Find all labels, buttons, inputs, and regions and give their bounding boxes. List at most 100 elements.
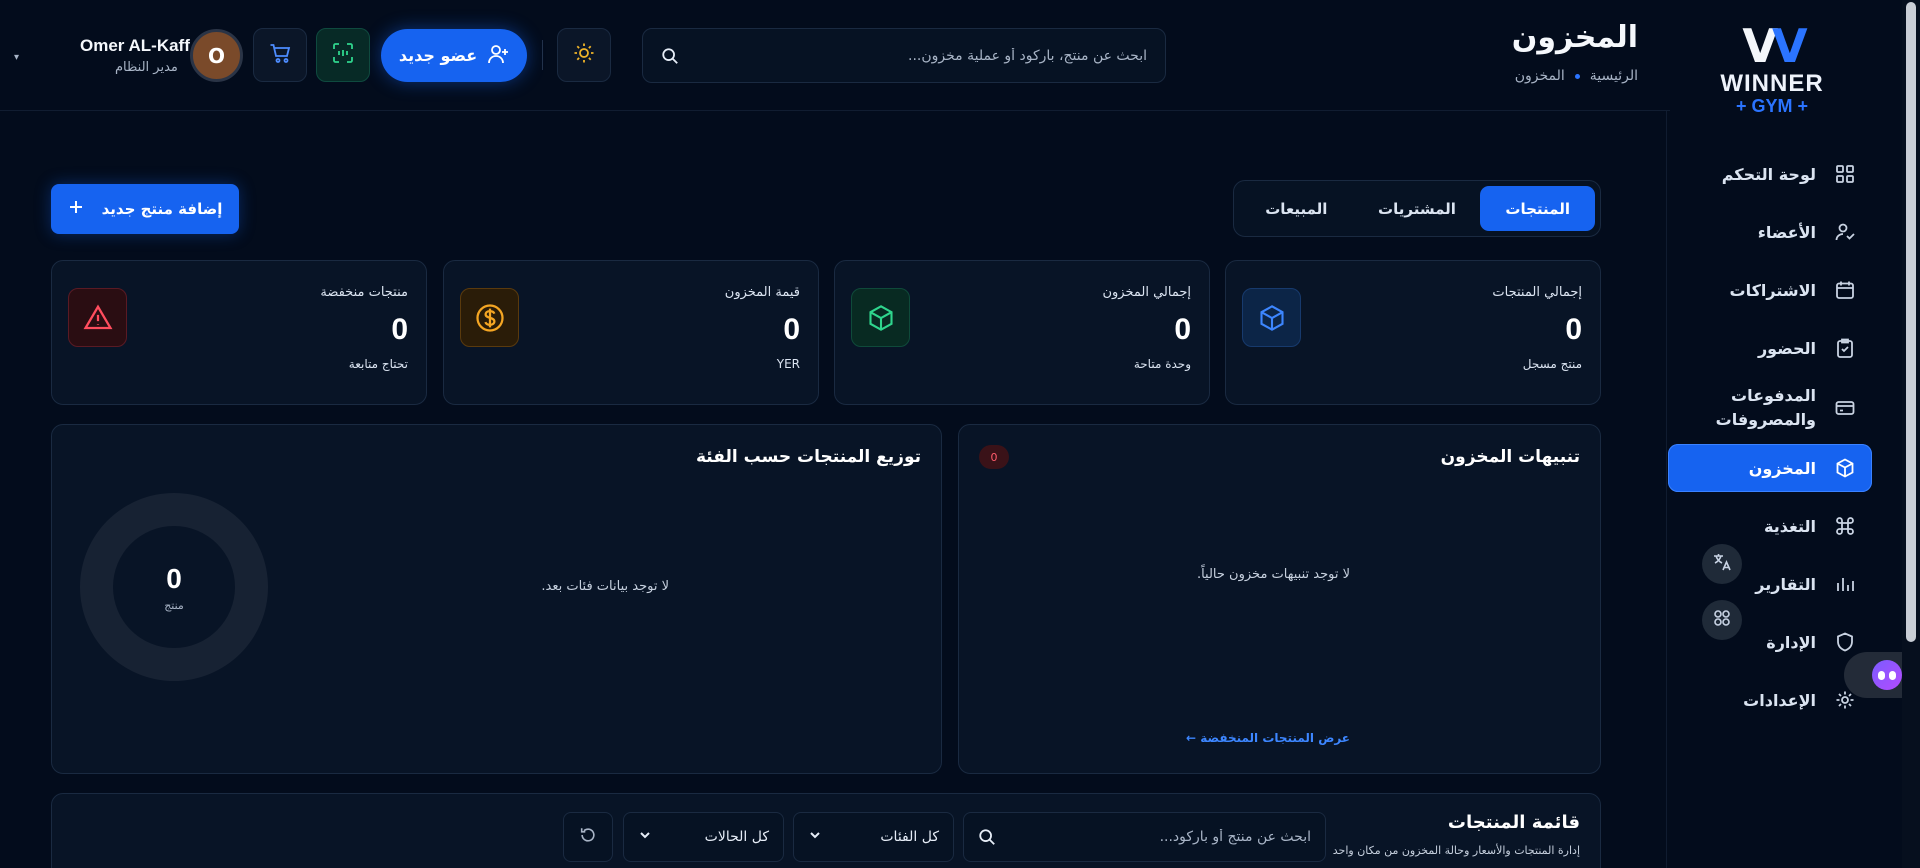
search-icon — [661, 47, 679, 65]
donut-label: منتج — [164, 598, 184, 612]
chevron-down-icon — [638, 828, 652, 846]
sidebar-item-label: لوحة التحكم — [1721, 164, 1816, 184]
donut-value: 0 — [166, 562, 182, 594]
sidebar-item-settings[interactable]: الإعدادات — [1668, 676, 1872, 724]
sidebar-item-reports[interactable]: التقارير — [1668, 560, 1872, 608]
scan-icon — [332, 42, 354, 68]
stat-card-total-products: إجمالي المنتجات 0 منتج مسجل — [1225, 260, 1601, 405]
sidebar-item-label: التغذية — [1763, 516, 1816, 536]
global-search — [642, 28, 1166, 83]
assistant-bot-button[interactable] — [1844, 652, 1902, 698]
translate-icon — [1712, 552, 1732, 576]
stat-subtitle: YER — [776, 357, 800, 371]
sidebar-item-payments[interactable]: المدفوعات والمصروفات — [1668, 382, 1872, 434]
global-search-input[interactable] — [691, 47, 1147, 64]
sidebar-item-label: التقارير — [1755, 574, 1816, 594]
breadcrumb-home[interactable]: الرئيسية — [1590, 68, 1638, 84]
scan-button[interactable] — [316, 28, 370, 82]
sidebar-item-label: الإعدادات — [1743, 690, 1816, 710]
clipboard-check-icon — [1834, 337, 1856, 359]
category-filter-select[interactable]: كل الفئات — [793, 812, 954, 862]
new-member-button[interactable]: عضو جديد — [381, 29, 527, 82]
panel-title: توزيع المنتجات حسب الفئة — [695, 447, 921, 467]
user-check-icon — [1834, 221, 1856, 243]
category-filter-value: كل الفئات — [880, 829, 939, 845]
bot-icon — [1872, 660, 1902, 690]
category-empty-message: لا توجد بيانات فئات بعد. — [541, 579, 669, 594]
header-divider — [542, 40, 543, 70]
calendar-icon — [1834, 279, 1856, 301]
stat-subtitle: منتج مسجل — [1522, 357, 1582, 371]
avatar[interactable]: O — [190, 29, 243, 82]
sidebar-item-nutrition[interactable]: التغذية — [1668, 502, 1872, 550]
top-header: المخزون الرئيسية المخزون عضو جديد — [0, 0, 1670, 111]
new-member-label: عضو جديد — [398, 46, 478, 65]
stat-card-low-stock: منتجات منخفضة 0 تحتاج متابعة — [51, 260, 427, 405]
user-plus-icon — [487, 43, 509, 69]
sidebar-item-dashboard[interactable]: لوحة التحكم — [1668, 150, 1872, 198]
breadcrumb-current: المخزون — [1514, 68, 1565, 84]
add-product-label: إضافة منتج جديد — [101, 200, 223, 218]
cube-icon — [1242, 288, 1301, 347]
sun-icon — [573, 42, 595, 68]
apps-button[interactable] — [1702, 600, 1742, 640]
cart-icon — [269, 42, 291, 68]
command-icon — [1834, 515, 1856, 537]
tab-products[interactable]: المنتجات — [1480, 186, 1595, 231]
alert-triangle-icon — [68, 288, 127, 347]
shield-icon — [1834, 631, 1856, 653]
stat-title: إجمالي المخزون — [1102, 285, 1191, 300]
sidebar-nav: لوحة التحكم الأعضاء الاشتراكات الحضور ال… — [1668, 150, 1872, 734]
user-role: مدير النظام — [115, 60, 178, 75]
stat-value: 0 — [1174, 313, 1191, 346]
stat-title: إجمالي المنتجات — [1492, 285, 1582, 300]
chevron-down-icon[interactable]: ▾ — [14, 52, 19, 63]
page-scrollbar[interactable] — [1902, 0, 1920, 868]
sidebar-item-label: الأعضاء — [1757, 222, 1816, 242]
reset-filters-button[interactable] — [563, 812, 613, 862]
products-subtitle: إدارة المنتجات والأسعار وحالة المخزون من… — [1332, 844, 1580, 857]
breadcrumb: الرئيسية المخزون — [1515, 68, 1638, 84]
stat-title: قيمة المخزون — [724, 285, 800, 300]
product-search-input[interactable] — [1006, 829, 1311, 845]
page-title: المخزون — [1511, 20, 1638, 55]
theme-toggle-button[interactable] — [557, 28, 611, 82]
dollar-icon — [460, 288, 519, 347]
sidebar-item-members[interactable]: الأعضاء — [1668, 208, 1872, 256]
cart-button[interactable] — [253, 28, 307, 82]
category-donut-chart: 0 منتج — [80, 493, 268, 681]
sidebar-item-label: المدفوعات والمصروفات — [1715, 386, 1816, 429]
logo-word: WINNER — [1720, 70, 1824, 97]
credit-card-icon — [1834, 397, 1856, 419]
add-product-button[interactable]: إضافة منتج جديد — [51, 184, 239, 234]
stock-alerts-panel: تنبيهات المخزون 0 لا توجد تنبيهات مخزون … — [958, 424, 1601, 774]
sidebar-item-label: الحضور — [1757, 338, 1816, 358]
box-icon — [1834, 457, 1856, 479]
status-filter-value: كل الحالات — [704, 829, 769, 845]
sidebar-item-subscriptions[interactable]: الاشتراكات — [1668, 266, 1872, 314]
sidebar-item-attendance[interactable]: الحضور — [1668, 324, 1872, 372]
sidebar-item-label: المخزون — [1748, 458, 1816, 478]
package-icon — [851, 288, 910, 347]
brand-logo[interactable]: VV WINNER + GYM + — [1712, 23, 1832, 117]
scrollbar-thumb[interactable] — [1906, 2, 1916, 642]
search-icon — [978, 828, 996, 846]
products-title: قائمة المنتجات — [1447, 812, 1580, 833]
tab-purchases[interactable]: المشتريات — [1360, 186, 1475, 231]
stat-card-total-stock: إجمالي المخزون 0 وحدة متاحة — [834, 260, 1210, 405]
inventory-tabs: المنتجات المشتريات المبيعات — [1233, 180, 1601, 237]
sidebar-item-administration[interactable]: الإدارة — [1668, 618, 1872, 666]
app-root: VV WINNER + GYM + لوحة التحكم الأعضاء ال… — [0, 0, 1920, 868]
panel-title: تنبيهات المخزون — [1440, 447, 1580, 467]
status-filter-select[interactable]: كل الحالات — [623, 812, 784, 862]
tab-sales[interactable]: المبيعات — [1239, 186, 1354, 231]
sidebar-item-inventory[interactable]: المخزون — [1668, 444, 1872, 492]
stat-title: منتجات منخفضة — [320, 285, 408, 300]
stat-value: 0 — [1565, 313, 1582, 346]
translate-button[interactable] — [1702, 544, 1742, 584]
view-low-stock-link[interactable]: عرض المنتجات المنخفضة ← — [1186, 731, 1350, 745]
donut-center: 0 منتج — [113, 526, 235, 648]
apps-icon — [1712, 608, 1732, 632]
stat-subtitle: وحدة متاحة — [1133, 357, 1191, 371]
products-list-panel: قائمة المنتجات إدارة المنتجات والأسعار و… — [51, 793, 1601, 868]
